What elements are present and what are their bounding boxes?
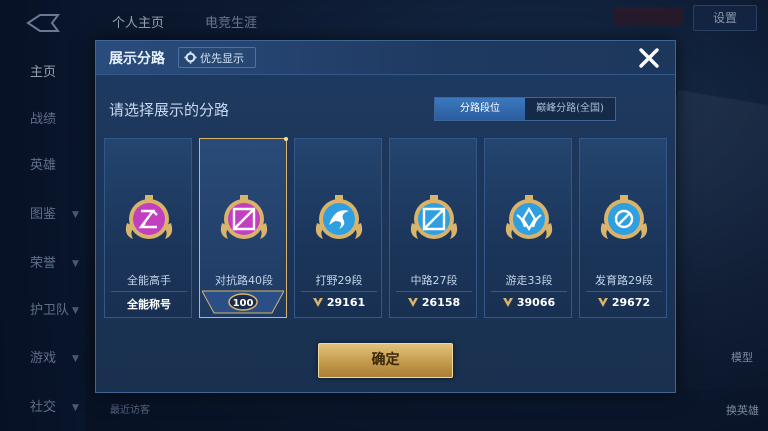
lane-score-value: 29161 (326, 296, 366, 309)
lane-score-value: 29672 (611, 296, 651, 309)
lane-card[interactable]: 中路27段 26158 (389, 138, 477, 318)
tab-lane-rank[interactable]: 分路段位 (435, 98, 525, 120)
lane-score-value: 39066 (516, 296, 556, 309)
lane-score: 26158 (390, 296, 478, 309)
jungle-emblem-icon (315, 195, 363, 239)
dialog-title: 展示分路 (109, 51, 165, 67)
roam-emblem-icon (505, 195, 553, 239)
mid-lane-emblem-icon (410, 195, 458, 239)
all-round-emblem-icon (125, 195, 173, 239)
divider (586, 291, 662, 292)
lane-name: 打野29段 (315, 274, 363, 287)
power-icon (312, 298, 323, 307)
power-icon (502, 298, 513, 307)
lane-name: 对抗路40段 (215, 274, 273, 287)
lane-card-list: 全能高手 全能称号 对抗路40段 100 打野29段 29161 中路27段 2… (104, 137, 667, 320)
lane-card[interactable]: 发育路29段 29672 (579, 138, 667, 318)
lane-name: 游走33段 (505, 274, 553, 287)
lane-card-selected[interactable]: 对抗路40段 100 (199, 137, 288, 318)
lane-card[interactable]: 游走33段 39066 (484, 138, 572, 318)
lane-mode-segmented-control: 分路段位 巅峰分路(全国) (434, 97, 616, 121)
corner-spark (284, 137, 288, 141)
lane-score: 29672 (580, 296, 668, 309)
lane-card[interactable]: 打野29段 29161 (294, 138, 382, 318)
lane-title: 全能称号 (127, 298, 171, 311)
priority-display-button[interactable]: 优先显示 (178, 47, 256, 68)
lane-name: 发育路29段 (595, 274, 653, 287)
confirm-button[interactable]: 确定 (318, 343, 453, 378)
rank-100-text: 100 (233, 298, 254, 309)
lane-display-dialog: 展示分路 优先显示 请选择展示的分路 分路段位 巅峰分路(全国) 全能高手 全能… (95, 40, 676, 393)
power-icon (597, 298, 608, 307)
divider (396, 291, 472, 292)
lane-score: 39066 (485, 296, 573, 309)
select-lane-prompt: 请选择展示的分路 (109, 101, 230, 119)
priority-display-label: 优先显示 (200, 52, 244, 65)
divider (111, 291, 187, 292)
lane-score: 29161 (295, 296, 383, 309)
gear-icon (184, 51, 197, 64)
power-icon (407, 298, 418, 307)
divider (491, 291, 567, 292)
lane-card[interactable]: 全能高手 全能称号 (104, 138, 192, 318)
dialog-header: 展示分路 优先显示 (96, 41, 675, 75)
lane-name: 中路27段 (410, 274, 458, 287)
tab-peak-lane[interactable]: 巅峰分路(全国) (525, 98, 615, 120)
lane-score-value: 26158 (421, 296, 461, 309)
farm-lane-emblem-icon (600, 195, 648, 239)
lane-name: 全能高手 (127, 274, 171, 287)
clash-lane-emblem-icon (220, 195, 268, 239)
rank-100-badge-icon: 100 (202, 290, 284, 314)
divider (301, 291, 377, 292)
close-icon[interactable] (637, 46, 661, 70)
